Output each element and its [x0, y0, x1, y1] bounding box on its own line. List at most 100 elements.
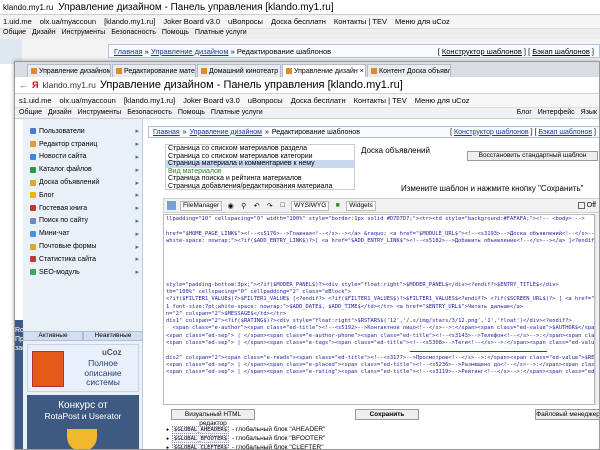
menu-right-item[interactable]: Интерфейс: [538, 109, 575, 117]
close-icon[interactable]: ×: [360, 68, 364, 75]
sidebar-item[interactable]: Пользователи ▸: [23, 125, 143, 138]
restore-default-button[interactable]: Восстановить стандартный шаблон: [467, 151, 598, 161]
tab-inactive-modules[interactable]: Неактивные: [83, 331, 143, 341]
sidebar-item[interactable]: Мини-чат ▸: [23, 227, 143, 240]
global-block-code[interactable]: $GLOBAL_CLEFTER$: [172, 443, 230, 449]
template-list-item[interactable]: Страница поиска и рейтинга материалов: [166, 175, 354, 183]
back-bookmark-item[interactable]: Joker Board v3.0: [163, 17, 220, 26]
menu-right-item[interactable]: Язык: [581, 109, 597, 117]
sidebar-item[interactable]: Доска объявлений ▸: [23, 176, 143, 189]
back-bookmark-item[interactable]: olx.ua/myaccoun: [40, 17, 96, 26]
menu-item[interactable]: Помощь: [178, 109, 205, 117]
tab-favicon-icon: [286, 68, 292, 74]
template-list-item[interactable]: Страница материала и комментариев к нему: [166, 160, 354, 168]
sidebar-item[interactable]: Каталог файлов ▸: [23, 163, 143, 176]
back-bookmark-item[interactable]: Контакты | TEV: [334, 17, 387, 26]
back-menu-item[interactable]: Помощь: [162, 29, 189, 39]
code-line: dis2" colspan="2"><span class="e-reads">…: [166, 354, 595, 361]
menu-item[interactable]: Безопасность: [127, 109, 172, 117]
rotapost-ad-banner[interactable]: Конкурс от RotaPost и Userator: [27, 395, 139, 449]
back-icon[interactable]: ←: [19, 80, 28, 90]
ad2-line1: Конкурс от: [58, 400, 108, 411]
bookmark-item[interactable]: [klando.my1.ru]: [124, 96, 175, 105]
module-icon: [30, 217, 36, 224]
back-backup-link[interactable]: Бэкап шаблонов: [532, 47, 590, 56]
sidebar-item[interactable]: Статистика сайта ▸: [23, 253, 143, 266]
menu-item[interactable]: Общие: [19, 109, 42, 117]
search-icon[interactable]: ⚲: [239, 201, 248, 210]
back-menu-item[interactable]: Платные услуги: [195, 29, 247, 39]
filemanager-button[interactable]: FileManager: [180, 200, 223, 211]
bookmark-item[interactable]: Контакты | TEV: [354, 96, 407, 105]
back-bookmark-item[interactable]: Меню для uCoz: [395, 17, 450, 26]
undo-icon[interactable]: ↶: [252, 201, 261, 210]
sidebar-item[interactable]: SEO-модуль ▸: [23, 266, 143, 279]
wysiwyg-button[interactable]: WYSIWYG: [291, 200, 330, 211]
template-list-item[interactable]: Страница добавления/редактирования матер…: [166, 183, 354, 189]
tab-favicon-icon: [31, 68, 37, 74]
back-bookmark-item[interactable]: Доска бесплатн: [271, 17, 326, 26]
bookmark-item[interactable]: Меню для uCoz: [415, 96, 470, 105]
template-list-item[interactable]: Страница со списком материалов категории: [166, 153, 354, 161]
tab-label: Домашний кинотеатр: [209, 67, 279, 75]
widgets-button[interactable]: Widgets: [346, 200, 376, 211]
crumb-design[interactable]: Управление дизайном: [190, 129, 262, 136]
menu-right-item[interactable]: Блог: [517, 109, 532, 117]
menu-item[interactable]: Инструменты: [78, 109, 122, 117]
ucoz-ad-banner[interactable]: uCoz Полное описание системы: [27, 344, 139, 392]
back-crumb-home[interactable]: Главная: [114, 47, 143, 56]
bookmark-item[interactable]: Joker Board v3.0: [183, 96, 240, 105]
bookmark-item[interactable]: Доска бесплатн: [291, 96, 346, 105]
bookmark-item[interactable]: olx.ua/myaccoun: [60, 96, 116, 105]
back-constructor-link[interactable]: Конструктор шаблонов: [442, 47, 522, 56]
binoculars-icon[interactable]: ◉: [226, 201, 235, 210]
browser-tab[interactable]: Контент Доска объявл×: [367, 64, 451, 77]
back-menu-item[interactable]: Дизайн: [32, 29, 56, 39]
off-checkbox[interactable]: [577, 202, 585, 209]
file-manager-button[interactable]: Файловый менеджер: [535, 409, 599, 420]
back-crumb-design[interactable]: Управление дизайном: [151, 47, 229, 56]
sidebar-item[interactable]: Поиск по сайту ▸: [23, 215, 143, 228]
tab-active-modules[interactable]: Активные: [23, 331, 83, 341]
global-block-code[interactable]: $GLOBAL_BFOOTER$: [172, 434, 230, 443]
back-menu-item[interactable]: Инструменты: [62, 29, 106, 39]
browser-tab[interactable]: Редактирование материа×: [112, 64, 196, 77]
back-menu-item[interactable]: Безопасность: [111, 29, 156, 39]
redo-icon[interactable]: ↷: [265, 201, 274, 210]
crumb-home[interactable]: Главная: [153, 129, 180, 136]
template-list[interactable]: Страница со списком материалов раздела Ст…: [165, 144, 355, 190]
global-block-code[interactable]: $GLOBAL_AHEADER$: [172, 425, 230, 434]
sidebar-item[interactable]: Блог ▸: [23, 189, 143, 202]
url-text[interactable]: klando.my1.ru: [42, 80, 95, 90]
close-icon[interactable]: ×: [280, 68, 281, 75]
template-code-editor[interactable]: llpadding="10" cellspacing="0" width="10…: [163, 214, 595, 405]
sidebar-item[interactable]: Редактор страниц ▸: [23, 138, 143, 151]
browser-tab[interactable]: Управление дизайн ×: [282, 64, 366, 77]
browser-tab[interactable]: Домашний кинотеатр×: [197, 64, 281, 77]
visual-html-editor-button[interactable]: Визуальный HTML редактор: [171, 409, 255, 427]
sidebar-item[interactable]: Гостевая книга ▸: [23, 202, 143, 215]
template-list-item[interactable]: Страница со списком материалов раздела: [166, 145, 354, 153]
trophy-icon: [67, 429, 97, 449]
back-bookmark-item[interactable]: 1.uid.me: [3, 17, 32, 26]
global-block-desc: - глобальный блок "AHEADER": [232, 426, 326, 433]
sidebar-item[interactable]: Новости сайта ▸: [23, 151, 143, 164]
menu-item[interactable]: Платные услуги: [211, 109, 263, 117]
save-button[interactable]: Сохранить: [355, 409, 419, 420]
code-scrollbar[interactable]: [595, 214, 599, 405]
constructor-link[interactable]: Конструктор шаблонов: [454, 129, 529, 136]
module-icon: [30, 243, 36, 250]
bookmark-item[interactable]: uВопросы: [248, 96, 283, 105]
menu-item[interactable]: Дизайн: [48, 109, 72, 117]
browser-tab[interactable]: Управление дизайном×: [27, 64, 111, 77]
bookmark-item[interactable]: s1.uid.me: [19, 96, 52, 105]
back-bookmark-item[interactable]: [klando.my1.ru]: [104, 17, 155, 26]
code-line: n="2" colspan="2">$MESSAGE$</td></tr>: [166, 310, 287, 317]
backup-link[interactable]: Бэкап шаблонов: [538, 129, 592, 136]
fullscreen-icon[interactable]: □: [278, 201, 287, 210]
back-bookmark-item[interactable]: uВопросы: [228, 17, 263, 26]
back-menu-item[interactable]: Общие: [3, 29, 26, 39]
back-url[interactable]: klando.my1.ru: [3, 3, 53, 12]
sidebar-item[interactable]: Почтовые формы ▸: [23, 240, 143, 253]
